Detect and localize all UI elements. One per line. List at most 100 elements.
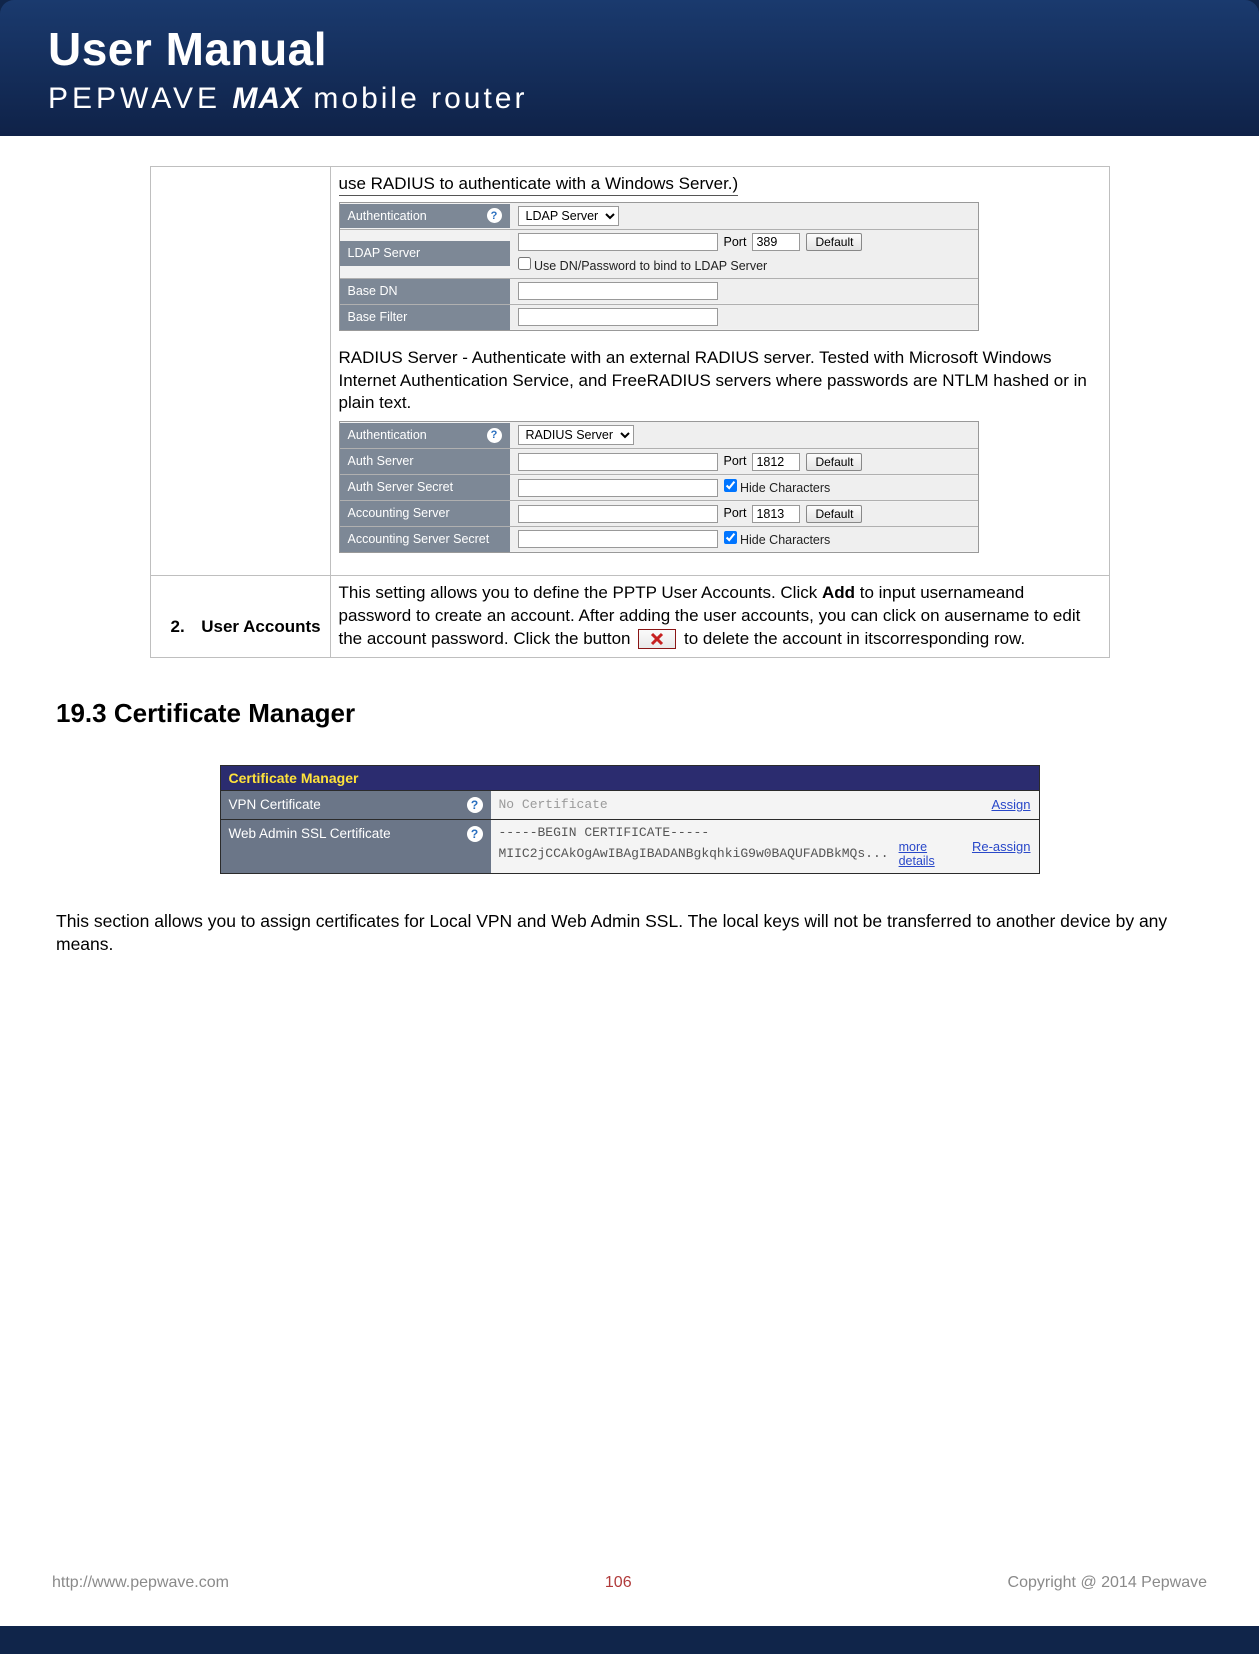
cert-label-vpn-text: VPN Certificate	[229, 797, 321, 812]
ldap-label-basedn: Base DN	[340, 279, 510, 304]
port-label: Port	[724, 234, 747, 251]
more-details-link[interactable]: more details	[899, 840, 964, 868]
radius-acct-port-input[interactable]	[752, 505, 800, 523]
footer-page-number: 106	[605, 1574, 632, 1592]
radius-label-acctserver-text: Accounting Server	[348, 505, 450, 522]
hide-chars-label-2[interactable]: Hide Characters	[724, 531, 831, 549]
radius-row-acctserver: Accounting Server Port Default	[340, 501, 978, 527]
cert-val-webadmin: -----BEGIN CERTIFICATE----- MIIC2jCCAkOg…	[491, 820, 1039, 873]
cert-panel-title: Certificate Manager	[221, 766, 1039, 790]
ldap-label-basefilter: Base Filter	[340, 305, 510, 330]
ldap-bind-checkbox[interactable]	[518, 257, 531, 270]
ldap-bind-checkbox-text: Use DN/Password to bind to LDAP Server	[534, 259, 767, 273]
cert-text-line2: MIIC2jCCAkOgAwIBAgIBADANBgkqhkiG9w0BAQUF…	[499, 846, 889, 861]
ldap-row-server: LDAP Server Port Default Use D	[340, 230, 978, 279]
cert-val-vpn: No Certificate Assign	[491, 791, 1039, 819]
help-icon[interactable]: ?	[487, 208, 502, 223]
ldap-label-basefilter-text: Base Filter	[348, 309, 408, 326]
radius-acct-port-default-button[interactable]: Default	[806, 505, 862, 523]
user-accounts-title: User Accounts	[201, 617, 320, 636]
header-subtitle: PEPWAVE MAX mobile router	[48, 82, 1211, 116]
assign-link[interactable]: Assign	[991, 797, 1030, 812]
ldap-bind-checkbox-label[interactable]: Use DN/Password to bind to LDAP Server	[518, 257, 768, 275]
base-filter-input[interactable]	[518, 308, 718, 326]
radius-label-auth-text: Authentication	[348, 427, 427, 444]
radius-label-acctsecret: Accounting Server Secret	[340, 527, 510, 552]
ldap-port-default-button[interactable]: Default	[806, 233, 862, 251]
cert-label-webadmin: Web Admin SSL Certificate ?	[221, 820, 491, 873]
product-suffix: mobile router	[313, 82, 527, 115]
header-title: User Manual	[48, 22, 1211, 76]
radius-label-acctsecret-text: Accounting Server Secret	[348, 531, 490, 548]
section-heading-19-3: 19.3 Certificate Manager	[56, 698, 1207, 729]
ldap-row-auth: Authentication ? LDAP Server	[340, 203, 978, 230]
hide-chars-checkbox[interactable]	[724, 479, 737, 492]
hide-chars-label[interactable]: Hide Characters	[724, 479, 831, 497]
radius-label-authsecret: Auth Server Secret	[340, 475, 510, 500]
user-accounts-desc-3: to delete the account in itscorrespondin…	[684, 629, 1025, 648]
radius-auth-server-input[interactable]	[518, 453, 718, 471]
radius-val-auth: RADIUS Server	[510, 422, 978, 448]
hide-chars-checkbox-2[interactable]	[724, 531, 737, 544]
settings-cell-auth-modes: use RADIUS to authenticate with a Window…	[330, 167, 1109, 576]
radius-auth-port-default-button[interactable]: Default	[806, 453, 862, 471]
radius-row-acctsecret: Accounting Server Secret Hide Characters	[340, 527, 978, 552]
ldap-label-auth-text: Authentication	[348, 208, 427, 225]
radius-label-auth: Authentication ?	[340, 423, 510, 448]
settings-left-empty	[150, 167, 330, 576]
hide-chars-text: Hide Characters	[740, 481, 830, 495]
model-name: MAX	[232, 82, 302, 115]
user-accounts-desc-1: This setting allows you to define the PP…	[339, 583, 822, 602]
radius-label-acctserver: Accounting Server	[340, 501, 510, 526]
brand-name: PEPWAVE	[48, 82, 221, 115]
cert-label-webadmin-text: Web Admin SSL Certificate	[229, 826, 391, 841]
auth-mode-select-radius[interactable]: RADIUS Server	[518, 425, 634, 445]
add-bold: Add	[822, 583, 855, 602]
radius-acct-secret-input[interactable]	[518, 530, 718, 548]
auth-mode-select[interactable]: LDAP Server	[518, 206, 619, 226]
row-number: 2.	[171, 616, 197, 639]
hide-chars-text-2: Hide Characters	[740, 533, 830, 547]
page-bottom-strip	[0, 1626, 1259, 1654]
port-label: Port	[724, 505, 747, 522]
ldap-val-basefilter	[510, 305, 978, 329]
ldap-val-auth: LDAP Server	[510, 203, 978, 229]
ldap-label-server: LDAP Server	[340, 241, 510, 266]
user-accounts-desc-cell: This setting allows you to define the PP…	[330, 575, 1109, 657]
certificate-manager-panel: Certificate Manager VPN Certificate ? No…	[220, 765, 1040, 874]
delete-row-button[interactable]	[638, 629, 676, 649]
page-header: User Manual PEPWAVE MAX mobile router	[0, 0, 1259, 136]
ldap-label-auth: Authentication ?	[340, 204, 510, 229]
radius-auth-port-input[interactable]	[752, 453, 800, 471]
close-icon	[650, 632, 664, 646]
ldap-label-server-text: LDAP Server	[348, 245, 421, 262]
ldap-server-input[interactable]	[518, 233, 718, 251]
auth-intro-underlined: use RADIUS to authenticate with a Window…	[339, 174, 739, 196]
ldap-port-input[interactable]	[752, 233, 800, 251]
ldap-panel: Authentication ? LDAP Server LDAP Server	[339, 202, 979, 331]
reassign-link[interactable]: Re-assign	[972, 839, 1031, 854]
help-icon[interactable]: ?	[487, 428, 502, 443]
user-accounts-left: 2. User Accounts	[150, 575, 330, 657]
radius-row-authsecret: Auth Server Secret Hide Characters	[340, 475, 978, 501]
cert-webadmin-value: -----BEGIN CERTIFICATE----- MIIC2jCCAkOg…	[499, 825, 964, 868]
cert-label-vpn: VPN Certificate ?	[221, 791, 491, 819]
cert-row-webadmin: Web Admin SSL Certificate ? -----BEGIN C…	[221, 819, 1039, 873]
radius-auth-secret-input[interactable]	[518, 479, 718, 497]
radius-label-authserver: Auth Server	[340, 449, 510, 474]
radius-val-authserver: Port Default	[510, 450, 978, 474]
base-dn-input[interactable]	[518, 282, 718, 300]
radius-acct-server-input[interactable]	[518, 505, 718, 523]
ldap-label-basedn-text: Base DN	[348, 283, 398, 300]
help-icon[interactable]: ?	[467, 826, 483, 842]
footer-url: http://www.pepwave.com	[52, 1574, 229, 1592]
cert-text-line1: -----BEGIN CERTIFICATE-----	[499, 825, 964, 840]
page-body: use RADIUS to authenticate with a Window…	[12, 136, 1247, 1626]
radius-row-auth: Authentication ? RADIUS Server	[340, 422, 978, 449]
footer-copyright: Copyright @ 2014 Pepwave	[1008, 1574, 1207, 1592]
help-icon[interactable]: ?	[467, 797, 483, 813]
radius-val-authsecret: Hide Characters	[510, 476, 978, 500]
ldap-row-basedn: Base DN	[340, 279, 978, 305]
radius-intro-text: RADIUS Server - Authenticate with an ext…	[339, 347, 1101, 416]
radius-row-authserver: Auth Server Port Default	[340, 449, 978, 475]
